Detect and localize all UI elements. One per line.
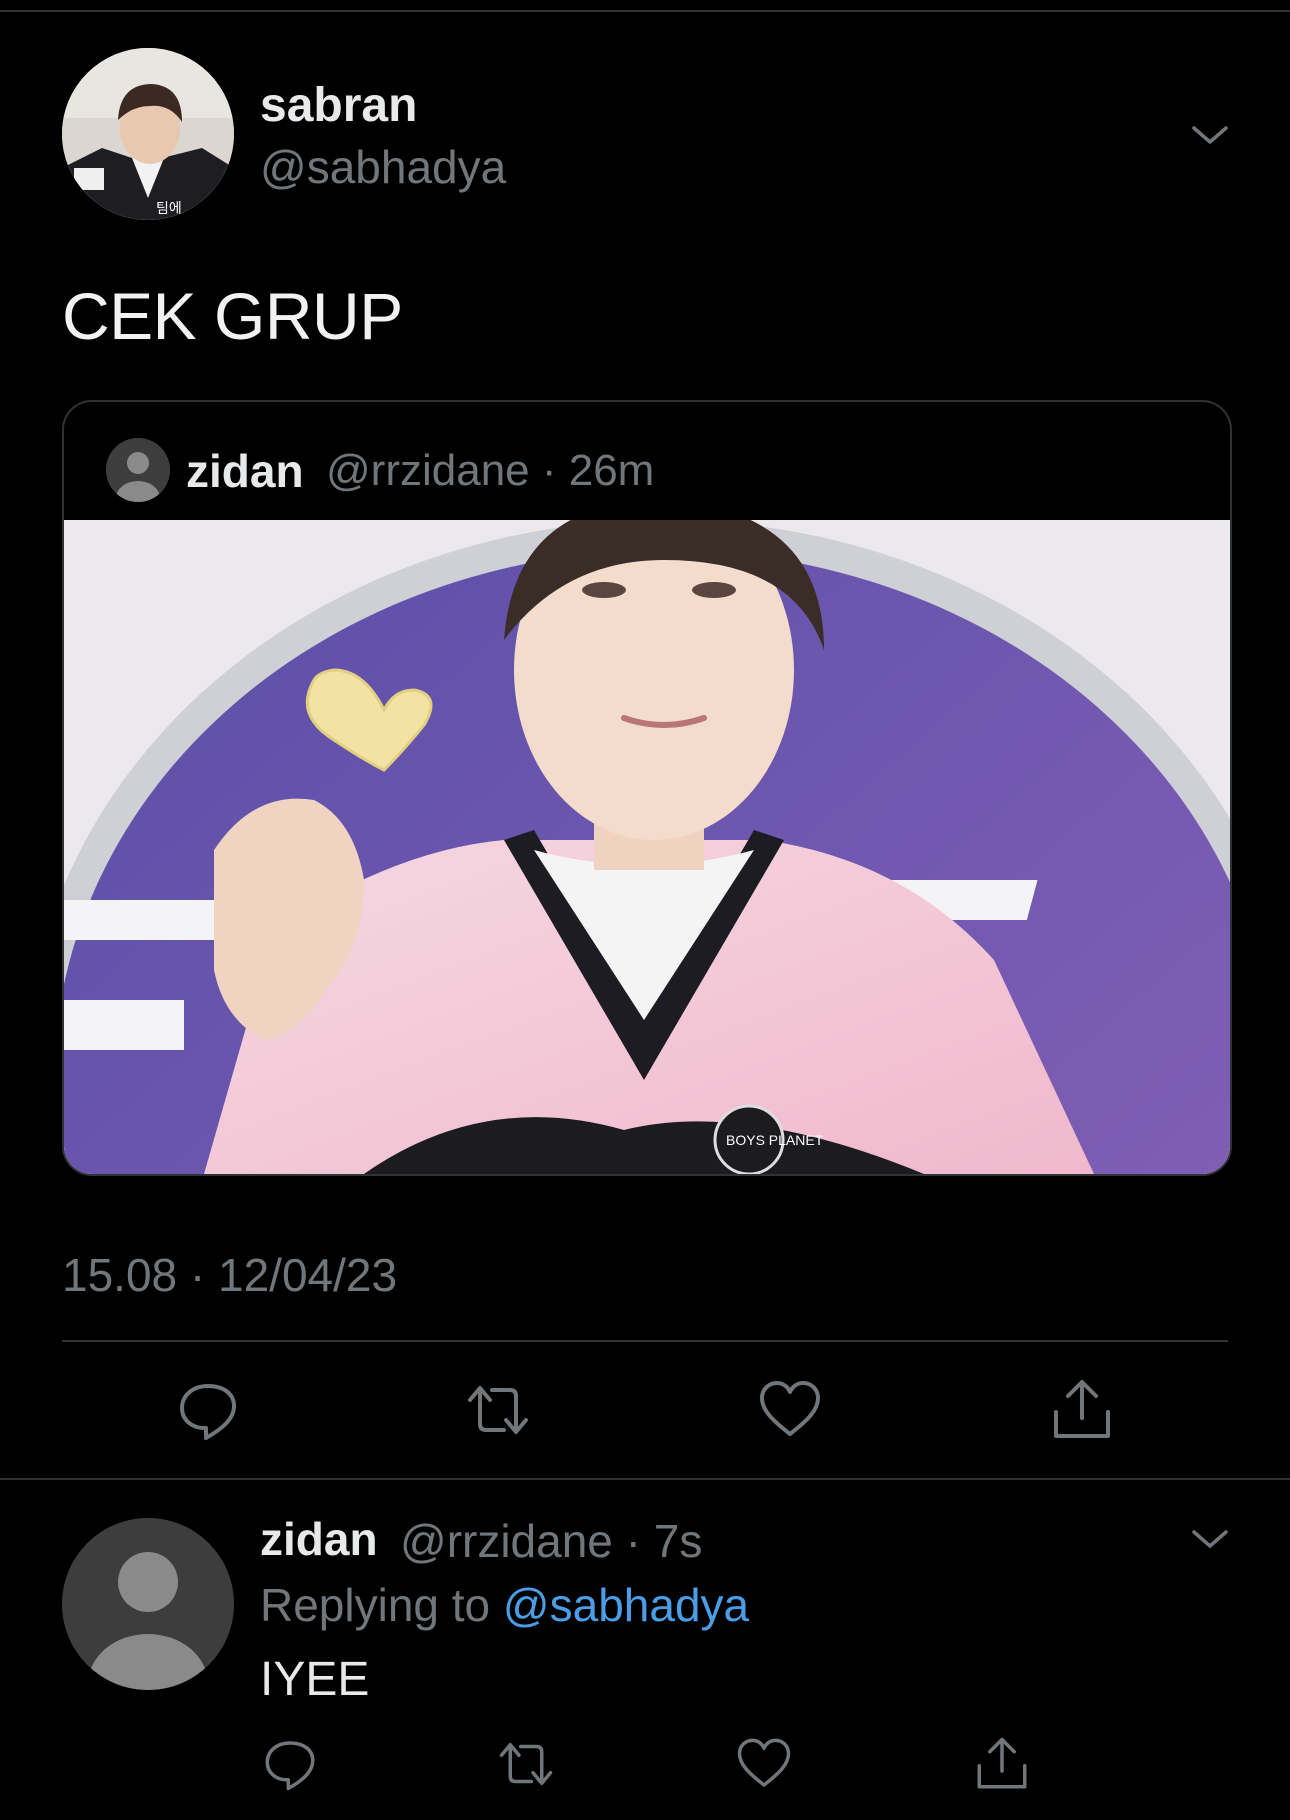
replying-to: Replying to @sabhadya [260,1578,749,1632]
quoted-photo[interactable]: BOYS PLANET [64,520,1230,1174]
quoted-author-handle: @rrzidane · 26m [326,446,655,495]
avatar-caption: 팀에 [156,201,182,217]
avatar[interactable]: 팀에 [62,48,234,220]
quoted-author-name: zidan [186,445,304,497]
quoted-tweet-card[interactable]: zidan @rrzidane · 26m BOYS PLANET [62,400,1232,1176]
tweet-text: CEK GRUP [62,279,403,353]
reply-author-handle[interactable]: @rrzidane · 7s [400,1514,702,1568]
like-icon[interactable] [758,1378,822,1442]
chevron-down-icon[interactable] [1190,116,1230,156]
share-icon[interactable] [1050,1378,1114,1442]
share-icon[interactable] [974,1736,1030,1792]
default-avatar-icon [106,438,170,502]
author-handle[interactable]: @sabhadya [260,140,506,194]
reply-text: IYEE [260,1653,370,1706]
reply-icon[interactable] [262,1736,318,1792]
chevron-down-icon[interactable] [1190,1520,1230,1560]
section-divider [0,1478,1290,1480]
top-divider [0,10,1290,12]
reply-author-name[interactable]: zidan [260,1512,378,1566]
shirt-badge: BOYS PLANET [726,1132,824,1148]
retweet-icon[interactable] [498,1736,554,1792]
replying-to-label: Replying to [260,1579,491,1631]
divider [62,1340,1228,1342]
author-name[interactable]: sabran [260,78,417,133]
default-avatar-icon[interactable] [62,1518,234,1690]
like-icon[interactable] [736,1736,792,1792]
tweet-timestamp: 15.08 · 12/04/23 [62,1249,398,1301]
reply-icon[interactable] [176,1378,240,1442]
retweet-icon[interactable] [466,1378,530,1442]
mention-link[interactable]: @sabhadya [503,1579,749,1631]
